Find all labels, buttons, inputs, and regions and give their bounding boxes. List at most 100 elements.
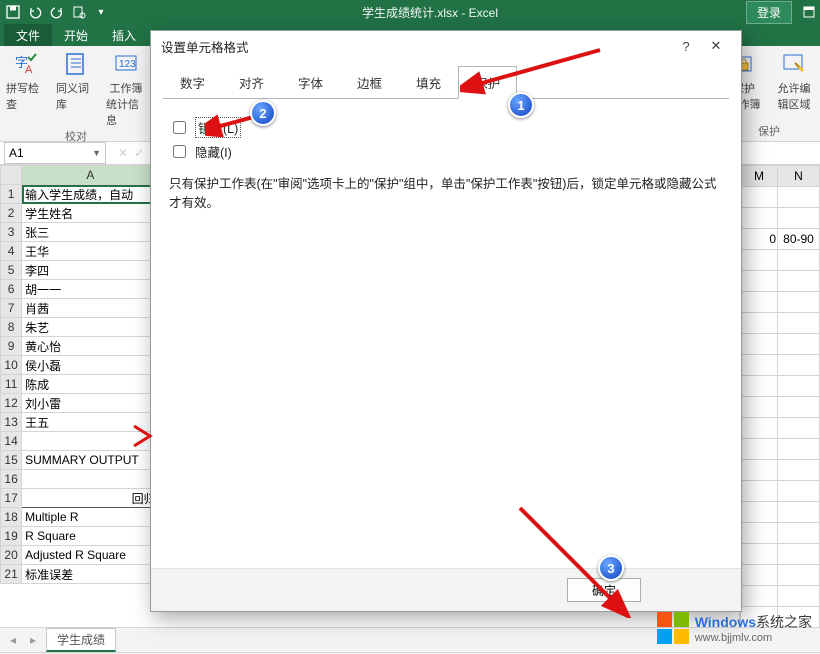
- row-header[interactable]: 15: [1, 451, 22, 470]
- row-header[interactable]: 8: [1, 318, 22, 337]
- hide-checkbox[interactable]: [173, 145, 186, 158]
- cell-A21[interactable]: 标准误差: [22, 565, 159, 584]
- cell-A3[interactable]: 张三: [22, 223, 159, 242]
- name-box-dropdown-icon[interactable]: ▼: [92, 148, 101, 158]
- hide-checkbox-row[interactable]: 隐藏(I): [169, 142, 723, 161]
- svg-text:123: 123: [119, 59, 136, 70]
- dialog-note: 只有保护工作表(在"审阅"选项卡上的"保护"组中，单击"保护工作表"按钮)后，锁…: [169, 175, 723, 213]
- dialog-tab-page-protect: 锁定(L) 隐藏(I) 只有保护工作表(在"审阅"选项卡上的"保护"组中，单击"…: [163, 98, 729, 568]
- save-icon[interactable]: [6, 5, 20, 19]
- qat-customize-icon[interactable]: ▾: [94, 5, 108, 19]
- cell-A8[interactable]: 朱艺: [22, 318, 159, 337]
- row-header[interactable]: 5: [1, 261, 22, 280]
- row-header[interactable]: 1: [1, 185, 22, 204]
- col-header-A[interactable]: A: [22, 166, 159, 185]
- dialog-tabs: 数字 对齐 字体 边框 填充 保护: [151, 61, 741, 98]
- ribbon-display-options-icon[interactable]: [798, 0, 820, 24]
- cell-A17[interactable]: 回归: [22, 489, 159, 508]
- spellcheck-button[interactable]: 字A 拼写检查: [6, 50, 46, 128]
- dialog-tab-number[interactable]: 数字: [163, 66, 222, 99]
- col-header-N[interactable]: N: [778, 166, 820, 187]
- sheet-nav-prev-icon[interactable]: ◂: [6, 633, 20, 647]
- workbook-stats-label-1: 工作簿: [110, 80, 143, 96]
- enter-formula-icon[interactable]: ✓: [134, 146, 144, 160]
- cancel-formula-icon[interactable]: ✕: [118, 146, 128, 160]
- row-header[interactable]: 21: [1, 565, 22, 584]
- thesaurus-button[interactable]: 同义词库: [56, 50, 96, 128]
- watermark-brand-prefix: Windows: [695, 614, 756, 630]
- group-label-protect: 保护: [758, 123, 780, 141]
- row-header[interactable]: 6: [1, 280, 22, 299]
- cell-A20[interactable]: Adjusted R Square: [22, 546, 159, 565]
- cell-A14[interactable]: [22, 432, 159, 451]
- dialog-tab-protect[interactable]: 保护: [458, 66, 517, 99]
- name-box[interactable]: A1 ▼: [4, 142, 106, 164]
- cell-A18[interactable]: Multiple R: [22, 508, 159, 527]
- allow-edit-ranges-button[interactable]: 允许编 辑区域: [774, 50, 814, 112]
- tab-insert[interactable]: 插入: [100, 24, 148, 46]
- cell-A15[interactable]: SUMMARY OUTPUT: [22, 451, 159, 470]
- row-header[interactable]: 17: [1, 489, 22, 508]
- watermark: Windows系统之家 www.bjjmlv.com: [657, 612, 812, 644]
- dialog-tab-font[interactable]: 字体: [281, 66, 340, 99]
- dialog-close-button[interactable]: ✕: [701, 38, 731, 54]
- ribbon-group-proofing: 字A 拼写检查 同义词库 123 工作簿 统计信息 校对: [0, 50, 153, 141]
- right-columns-peek: M N 0 80-90: [739, 165, 820, 627]
- annotation-badge-3: 3: [598, 555, 624, 581]
- row-header[interactable]: 18: [1, 508, 22, 527]
- cell-A13[interactable]: 王五: [22, 413, 159, 432]
- annotation-badge-2: 2: [250, 100, 276, 126]
- row-header[interactable]: 4: [1, 242, 22, 261]
- allow-edit-label-1: 允许编: [778, 80, 811, 96]
- row-header[interactable]: 2: [1, 204, 22, 223]
- undo-icon[interactable]: [28, 5, 42, 19]
- cell-A16[interactable]: [22, 470, 159, 489]
- watermark-url: www.bjjmlv.com: [695, 632, 812, 644]
- lock-checkbox[interactable]: [173, 121, 186, 134]
- print-preview-icon[interactable]: [72, 5, 86, 19]
- svg-text:A: A: [25, 64, 33, 76]
- row-header[interactable]: 7: [1, 299, 22, 318]
- dialog-tab-align[interactable]: 对齐: [222, 66, 281, 99]
- workbook-stats-icon: 123: [112, 50, 140, 78]
- col-header-M[interactable]: M: [741, 166, 778, 187]
- row-header[interactable]: 3: [1, 223, 22, 242]
- row-header[interactable]: 16: [1, 470, 22, 489]
- tab-home[interactable]: 开始: [52, 24, 100, 46]
- row-header[interactable]: 12: [1, 394, 22, 413]
- cell-A19[interactable]: R Square: [22, 527, 159, 546]
- cell-A7[interactable]: 肖茜: [22, 299, 159, 318]
- cell-N3[interactable]: 80-90: [778, 229, 820, 250]
- dialog-tab-fill[interactable]: 填充: [399, 66, 458, 99]
- tab-file[interactable]: 文件: [4, 24, 52, 46]
- dialog-help-button[interactable]: ?: [671, 39, 701, 54]
- cell-A5[interactable]: 李四: [22, 261, 159, 280]
- dialog-tab-border[interactable]: 边框: [340, 66, 399, 99]
- redo-icon[interactable]: [50, 5, 64, 19]
- cell-A4[interactable]: 王华: [22, 242, 159, 261]
- select-all-corner[interactable]: [1, 166, 22, 185]
- cell-A1[interactable]: 输入学生成绩，自动: [22, 185, 159, 204]
- row-header[interactable]: 19: [1, 527, 22, 546]
- cell-A10[interactable]: 侯小磊: [22, 356, 159, 375]
- row-header[interactable]: 10: [1, 356, 22, 375]
- row-header[interactable]: 13: [1, 413, 22, 432]
- row-header[interactable]: 20: [1, 546, 22, 565]
- cell-A11[interactable]: 陈成: [22, 375, 159, 394]
- watermark-brand-suffix: 系统之家: [756, 614, 812, 630]
- cell-A6[interactable]: 胡一一: [22, 280, 159, 299]
- sheet-nav-next-icon[interactable]: ▸: [26, 633, 40, 647]
- sheet-tab-active[interactable]: 学生成绩: [46, 628, 116, 652]
- workbook-stats-button[interactable]: 123 工作簿 统计信息: [106, 50, 146, 128]
- cell-A9[interactable]: 黄心怡: [22, 337, 159, 356]
- cell-M3[interactable]: 0: [741, 229, 778, 250]
- row-header[interactable]: 9: [1, 337, 22, 356]
- cell-A2[interactable]: 学生姓名: [22, 204, 159, 223]
- row-header[interactable]: 11: [1, 375, 22, 394]
- dialog-titlebar[interactable]: 设置单元格格式 ? ✕: [151, 31, 741, 61]
- login-button[interactable]: 登录: [746, 1, 792, 24]
- allow-edit-label-2: 辑区域: [778, 96, 811, 112]
- ok-button[interactable]: 确定: [567, 578, 641, 602]
- row-header[interactable]: 14: [1, 432, 22, 451]
- cell-A12[interactable]: 刘小雷: [22, 394, 159, 413]
